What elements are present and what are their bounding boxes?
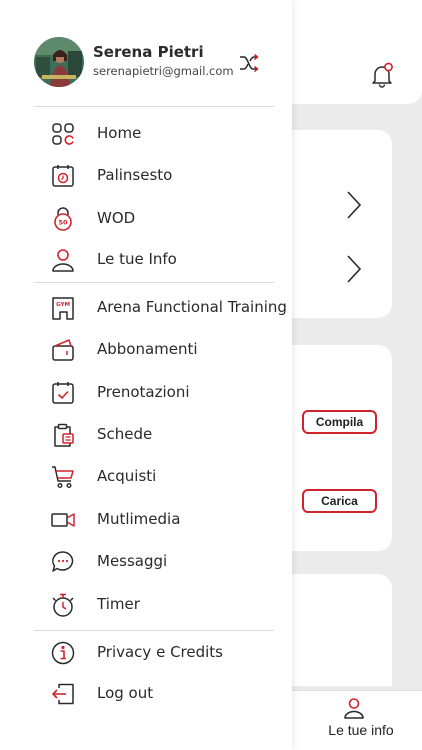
menu-item-label: Mutlimedia xyxy=(97,510,181,528)
menu-item-schede[interactable]: Schede xyxy=(0,415,292,455)
menu-item-label: WOD xyxy=(97,209,136,227)
menu-item-prenotazioni[interactable]: Prenotazioni xyxy=(0,373,292,413)
user-icon xyxy=(52,249,74,272)
divider xyxy=(34,106,274,107)
divider xyxy=(34,282,274,283)
menu-item-arena-functional-training[interactable]: GYM Arena Functional Training xyxy=(0,288,292,328)
carica-button[interactable]: Carica xyxy=(302,489,377,513)
menu-item-label: Log out xyxy=(97,684,154,702)
menu-item-acquisti[interactable]: Acquisti xyxy=(0,457,292,497)
divider xyxy=(34,630,274,631)
menu-item-log-out[interactable]: Log out xyxy=(0,674,292,714)
stopwatch-icon xyxy=(52,593,74,617)
calendar-check-icon xyxy=(52,382,74,404)
calendar-clock-icon xyxy=(52,165,74,187)
svg-text:50: 50 xyxy=(58,219,68,227)
chevron-right-icon[interactable] xyxy=(345,254,363,284)
menu-item-label: Arena Functional Training xyxy=(97,298,287,316)
menu-item-palinsesto[interactable]: Palinsesto xyxy=(0,156,292,196)
menu-item-label: Timer xyxy=(97,595,140,613)
info-icon xyxy=(51,641,75,665)
menu-item-label: Le tue Info xyxy=(97,250,177,268)
menu-item-label: Messaggi xyxy=(97,552,168,570)
chat-icon xyxy=(52,551,74,572)
menu-item-home[interactable]: Home xyxy=(0,114,292,154)
kettlebell-icon: 50 xyxy=(54,207,72,231)
gym-icon: GYM xyxy=(52,297,74,320)
cart-icon xyxy=(52,466,74,489)
user-icon xyxy=(344,698,364,719)
compila-button[interactable]: Compila xyxy=(302,410,377,434)
menu-item-mutlimedia[interactable]: Mutlimedia xyxy=(0,500,292,540)
tab-le-tue-info[interactable]: Le tue info xyxy=(292,690,422,750)
menu-item-label: Schede xyxy=(97,425,153,443)
menu-item-privacy-e-credits[interactable]: Privacy e Credits xyxy=(0,633,292,673)
user-name: Serena Pietri xyxy=(93,43,204,61)
wallet-icon xyxy=(52,339,74,361)
shuffle-icon[interactable] xyxy=(238,52,260,74)
menu-item-messaggi[interactable]: Messaggi xyxy=(0,542,292,582)
menu-item-label: Acquisti xyxy=(97,467,157,485)
menu-item-abbonamenti[interactable]: Abbonamenti xyxy=(0,330,292,370)
menu-item-label: Prenotazioni xyxy=(97,383,190,401)
logout-icon xyxy=(52,683,74,705)
video-icon xyxy=(51,513,75,527)
menu-item-wod[interactable]: 50 WOD xyxy=(0,199,292,239)
avatar-photo xyxy=(34,37,84,87)
tab-label: Le tue info xyxy=(328,722,394,738)
menu-item-label: Privacy e Credits xyxy=(97,643,223,661)
grid-icon xyxy=(52,123,74,145)
chevron-right-icon[interactable] xyxy=(345,190,363,220)
menu-item-le-tue-info[interactable]: Le tue Info xyxy=(0,240,292,280)
menu-item-label: Home xyxy=(97,124,142,142)
user-email: serenapietri@gmail.com xyxy=(93,64,234,78)
clipboard-icon xyxy=(54,423,74,447)
avatar[interactable] xyxy=(34,37,84,87)
menu-item-label: Palinsesto xyxy=(97,166,173,184)
menu-item-timer[interactable]: Timer xyxy=(0,585,292,625)
menu-item-label: Abbonamenti xyxy=(97,340,198,358)
navigation-drawer: Serena Pietri serenapietri@gmail.com Hom… xyxy=(0,0,292,750)
notification-bell-icon[interactable] xyxy=(370,62,394,88)
svg-text:GYM: GYM xyxy=(56,302,70,308)
